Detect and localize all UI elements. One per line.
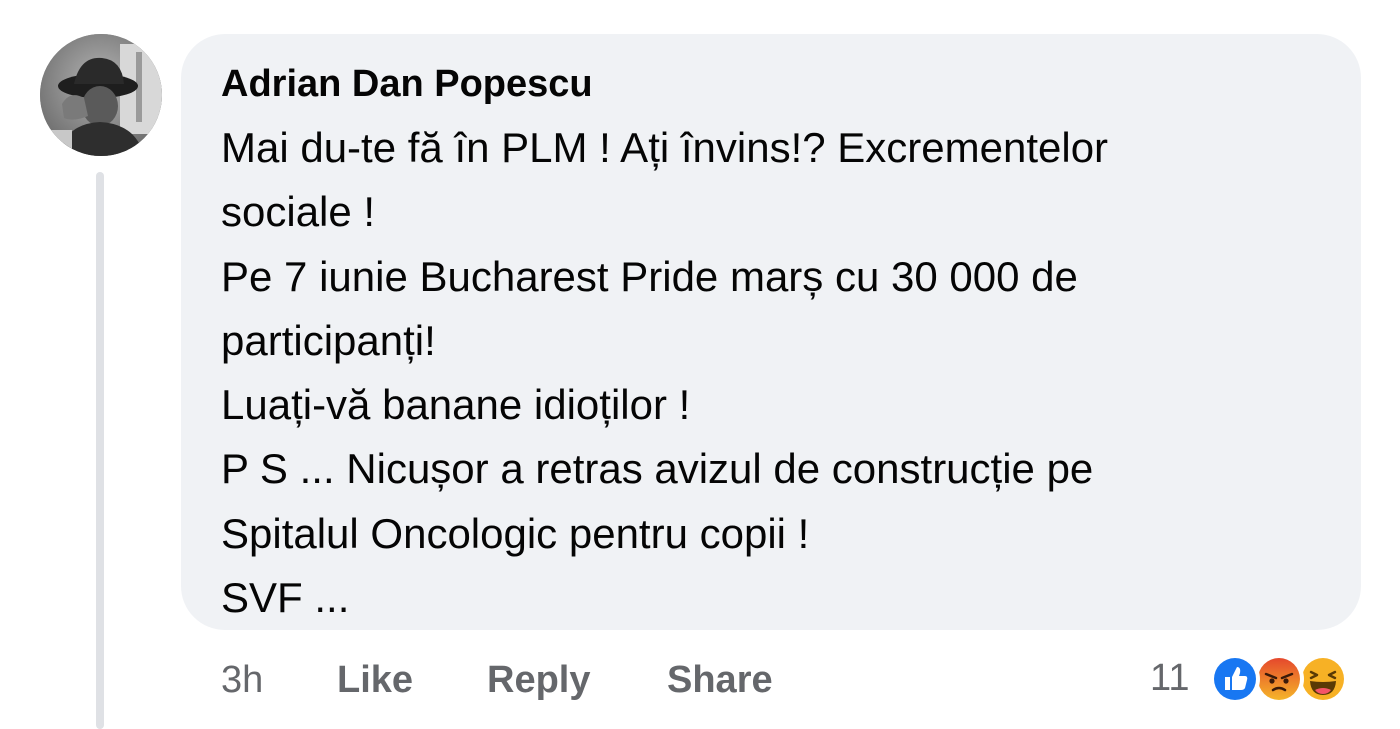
reaction-count: 11 bbox=[1150, 657, 1190, 699]
comment-line: P S ... Nicușor a retras avizul de const… bbox=[221, 445, 1094, 493]
comment-line: participanți! bbox=[221, 316, 436, 364]
comment-line: Spitalul Oncologic pentru copii ! bbox=[221, 509, 810, 557]
comment-line: Mai du-te fă în PLM ! Ați învins!? Excre… bbox=[221, 124, 1109, 171]
comment-line: sociale ! bbox=[221, 188, 376, 236]
avatar[interactable] bbox=[40, 34, 162, 156]
comment-timestamp[interactable]: 3h bbox=[221, 650, 263, 710]
thread-line bbox=[96, 172, 104, 729]
comment-line: SVF ... bbox=[221, 574, 350, 622]
comment-text: Mai du-te fă în PLM ! Ați învins!? Excre… bbox=[221, 116, 1331, 630]
angry-icon bbox=[1254, 654, 1304, 704]
comment-line: Luați-vă banane idioților ! bbox=[221, 381, 691, 429]
share-button[interactable]: Share bbox=[667, 650, 773, 710]
comment-screenshot: Adrian Dan Popescu Mai du-te fă în PLM !… bbox=[0, 0, 1400, 729]
haha-icon bbox=[1298, 654, 1348, 704]
like-icon bbox=[1210, 654, 1260, 704]
like-button[interactable]: Like bbox=[337, 650, 413, 710]
comment-author[interactable]: Adrian Dan Popescu bbox=[221, 60, 593, 108]
reactions-summary[interactable]: 11 bbox=[1150, 648, 1370, 708]
avatar-photo bbox=[40, 34, 162, 156]
reply-button[interactable]: Reply bbox=[487, 650, 590, 710]
comment-bubble: Adrian Dan Popescu Mai du-te fă în PLM !… bbox=[181, 34, 1361, 630]
comment-line: Pe 7 iunie Bucharest Pride marș cu 30 00… bbox=[221, 252, 1078, 300]
